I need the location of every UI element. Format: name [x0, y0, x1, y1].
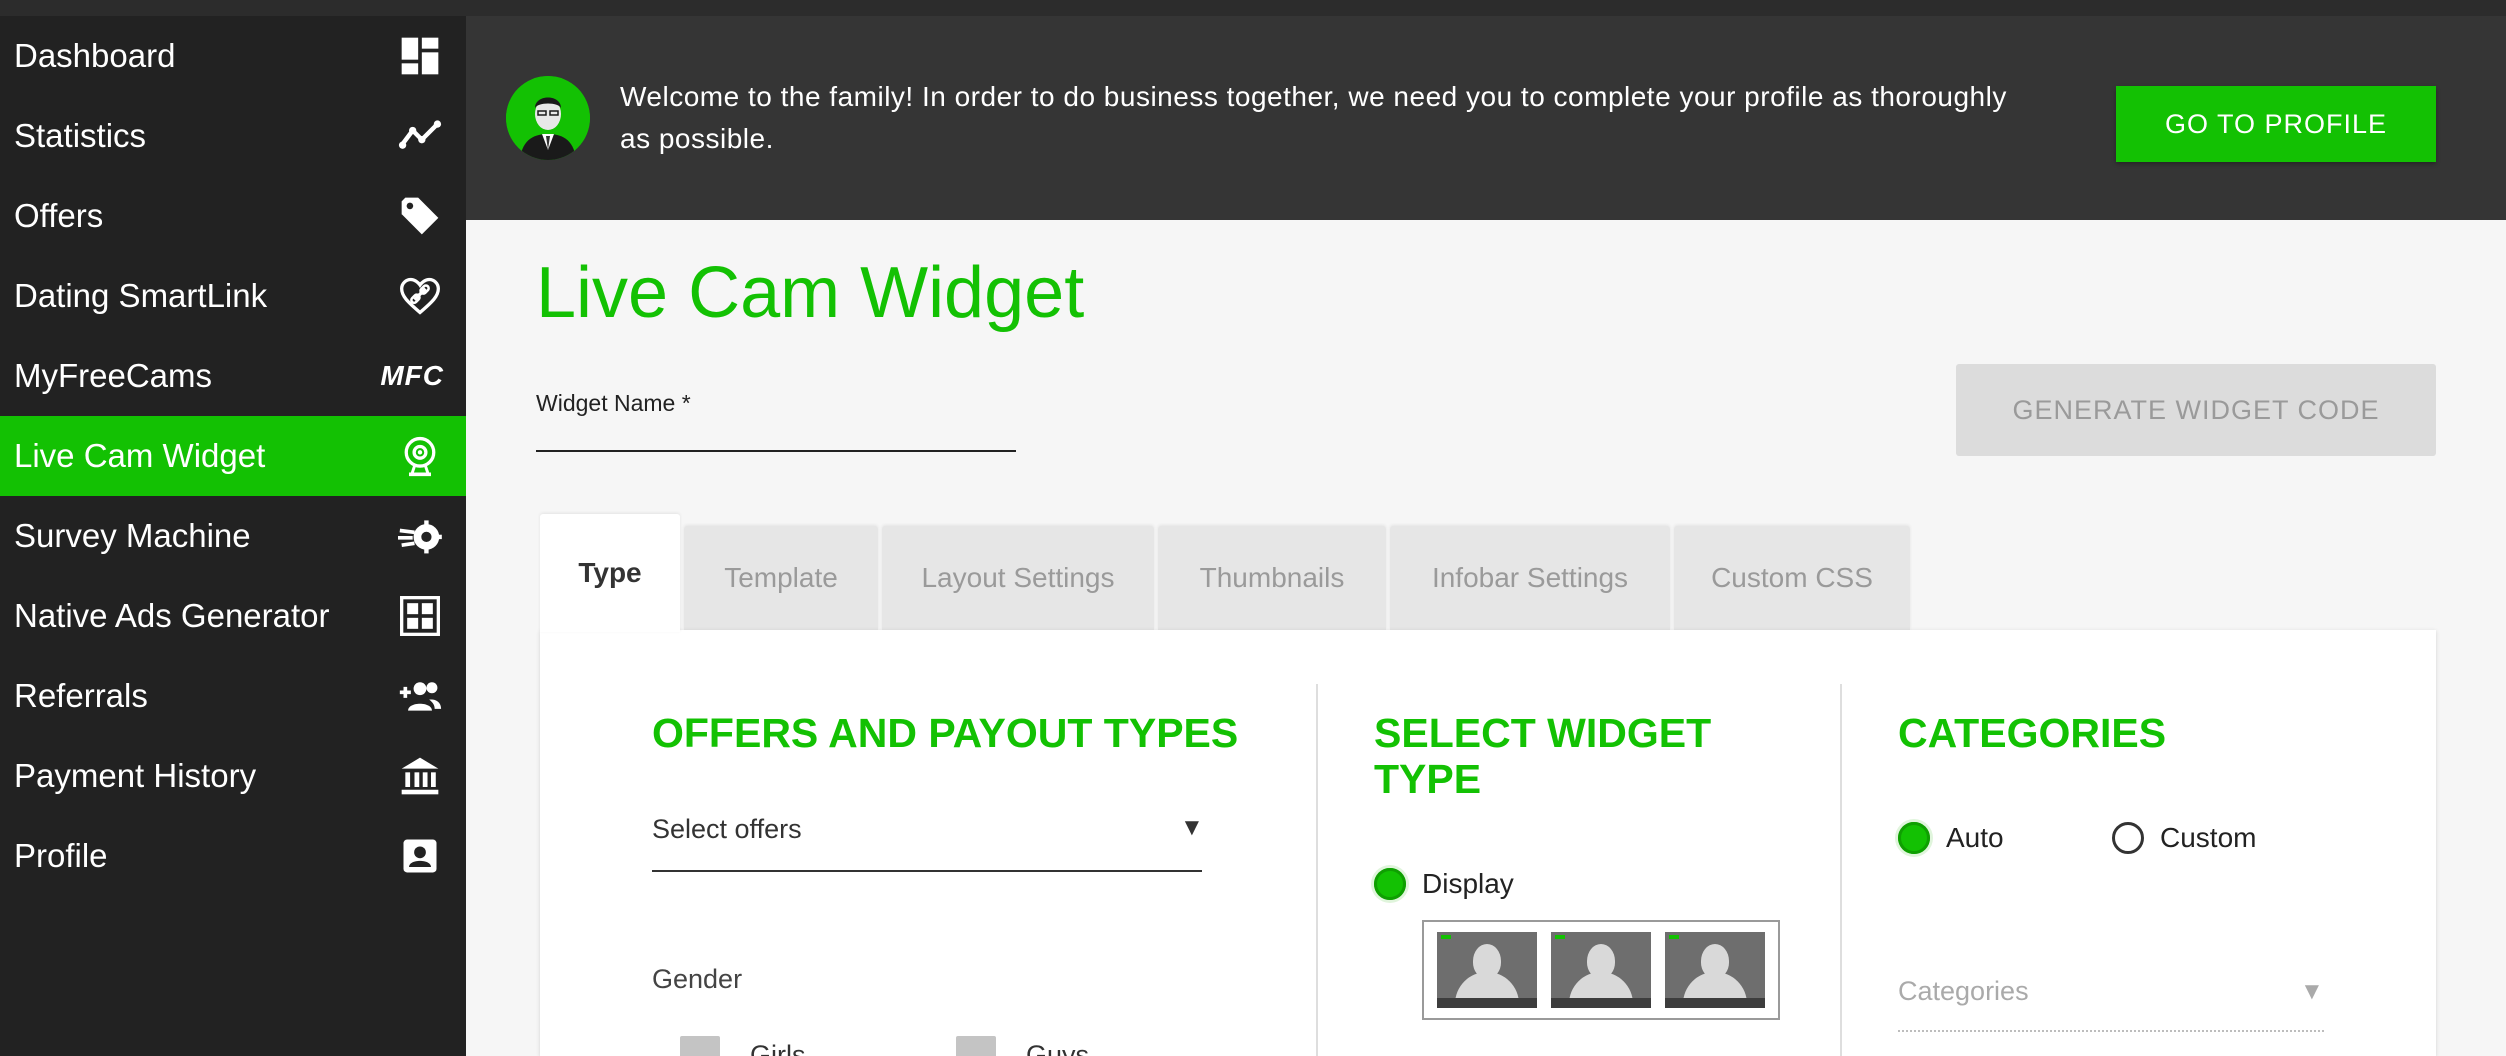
chevron-down-icon: ▼	[1180, 814, 1204, 841]
sidebar-item-label: Profile	[14, 837, 108, 874]
sidebar-item-label: Live Cam Widget	[14, 437, 266, 474]
sidebar-item-dating-smartlink[interactable]: Dating SmartLink	[0, 256, 466, 336]
top-strip	[0, 0, 2506, 16]
sidebar-item-survey-machine[interactable]: Survey Machine	[0, 496, 466, 576]
sidebar-item-offers[interactable]: Offers	[0, 176, 466, 256]
sidebar-item-label: Payment History	[14, 757, 257, 794]
dashboard-icon	[396, 32, 444, 80]
girls-checkbox-label: Girls	[750, 1040, 806, 1056]
offers-select-placeholder: Select offers	[652, 814, 802, 844]
sidebar-item-referrals[interactable]: Referrals	[0, 656, 466, 736]
categories-section-title: CATEGORIES	[1898, 710, 2167, 756]
mfc-logo-icon: MFC	[380, 360, 444, 391]
tab-template[interactable]: Template	[684, 526, 878, 630]
column-divider	[1840, 684, 1842, 1056]
add-user-icon	[396, 672, 444, 720]
sidebar-item-label: Dating SmartLink	[14, 277, 268, 314]
sidebar-item-label: Offers	[14, 197, 104, 234]
heart-link-icon	[396, 272, 444, 320]
sidebar-item-myfreecams[interactable]: MyFreeCams MFC	[0, 336, 466, 416]
page-title: Live Cam Widget	[536, 253, 1085, 333]
girls-checkbox[interactable]	[680, 1036, 720, 1056]
guys-checkbox[interactable]	[956, 1036, 996, 1056]
offers-select-underline	[652, 870, 1202, 872]
tag-icon	[396, 192, 444, 240]
offers-section-title: OFFERS AND PAYOUT TYPES	[652, 710, 1239, 756]
sidebar-item-profile[interactable]: Profile	[0, 816, 466, 896]
display-radio[interactable]	[1374, 868, 1406, 900]
sidebar-item-label: Statistics	[14, 117, 147, 154]
chevron-down-icon: ▼	[2300, 978, 2324, 1005]
widget-type-section-title: SELECT WIDGET TYPE	[1374, 710, 1711, 802]
gender-label: Gender	[652, 964, 743, 994]
tab-thumbnails[interactable]: Thumbnails	[1158, 526, 1386, 630]
display-radio-label: Display	[1422, 868, 1514, 899]
thumbnail-placeholder	[1551, 932, 1651, 1008]
sidebar-item-label: Native Ads Generator	[14, 597, 330, 634]
tab-custom-css[interactable]: Custom CSS	[1674, 526, 1910, 630]
categories-select-placeholder: Categories	[1898, 976, 2029, 1006]
tab-infobar-settings[interactable]: Infobar Settings	[1390, 526, 1670, 630]
webcam-icon	[396, 432, 444, 480]
sidebar-item-payment-history[interactable]: Payment History	[0, 736, 466, 816]
widget-name-label: Widget Name *	[536, 390, 691, 416]
custom-radio-label: Custom	[2160, 822, 2257, 853]
profile-card-icon	[396, 832, 444, 880]
sidebar-item-label: Dashboard	[14, 37, 176, 74]
categories-select-underline	[1898, 1030, 2324, 1032]
sidebar-item-label: Referrals	[14, 677, 148, 714]
sidebar-item-label: Survey Machine	[14, 517, 251, 554]
go-to-profile-button[interactable]: GO TO PROFILE	[2116, 86, 2436, 162]
tab-type[interactable]: Type	[540, 514, 680, 632]
banner-message: Welcome to the family! In order to do bu…	[620, 81, 2007, 154]
avatar	[506, 76, 590, 160]
thumbnail-placeholder	[1437, 932, 1537, 1008]
widget-name-input[interactable]	[536, 450, 1016, 452]
sidebar-item-dashboard[interactable]: Dashboard	[0, 16, 466, 96]
thumbnail-placeholder	[1665, 932, 1765, 1008]
sidebar: Dashboard Statistics Offers Dating Smart…	[0, 16, 466, 1056]
auto-radio[interactable]	[1898, 822, 1930, 854]
sidebar-item-live-cam-widget[interactable]: Live Cam Widget	[0, 416, 466, 496]
guys-checkbox-label: Guys	[1026, 1040, 1090, 1056]
sidebar-item-native-ads-generator[interactable]: Native Ads Generator	[0, 576, 466, 656]
display-widget-preview[interactable]	[1422, 920, 1780, 1020]
column-divider	[1316, 684, 1318, 1056]
chart-line-icon	[396, 112, 444, 160]
grid-icon	[396, 592, 444, 640]
widget-type-title-line: SELECT WIDGET	[1374, 710, 1712, 756]
tab-layout-settings[interactable]: Layout Settings	[882, 526, 1154, 630]
sidebar-item-statistics[interactable]: Statistics	[0, 96, 466, 176]
bank-icon	[396, 752, 444, 800]
widget-type-title-line: TYPE	[1374, 756, 1482, 802]
auto-radio-label: Auto	[1946, 822, 2004, 853]
generate-widget-code-button[interactable]: GENERATE WIDGET CODE	[1956, 364, 2436, 456]
sidebar-item-label: MyFreeCams	[14, 357, 213, 394]
gear-rocket-icon	[396, 512, 444, 560]
custom-radio[interactable]	[2112, 822, 2144, 854]
